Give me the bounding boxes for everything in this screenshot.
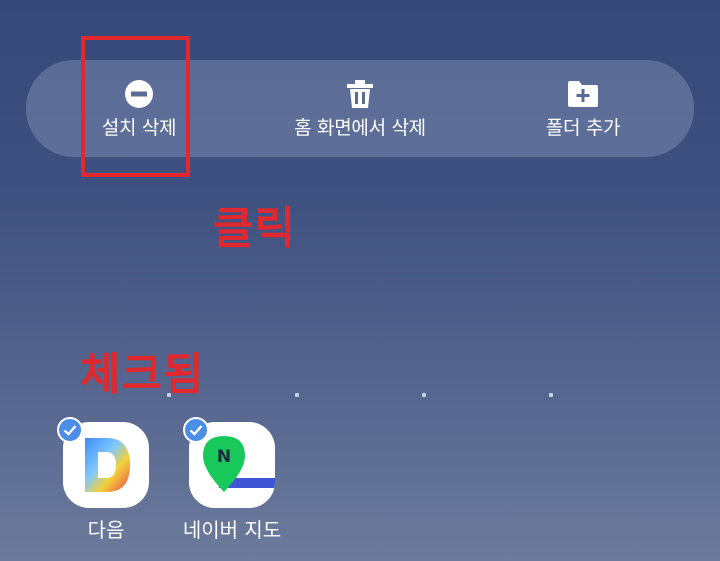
folder-add-icon — [567, 78, 599, 110]
app-name: 네이버 지도 — [182, 518, 282, 542]
grid-dot — [295, 393, 299, 397]
add-folder-label: 폴더 추가 — [545, 117, 621, 139]
trash-icon — [346, 78, 374, 110]
app-name: 다음 — [87, 518, 125, 542]
click-annotation: 클릭 — [213, 203, 296, 254]
grid-dot — [549, 393, 553, 397]
checked-annotation: 체크됨 — [80, 349, 205, 400]
checkmark-icon — [183, 417, 209, 443]
svg-text:N: N — [217, 447, 231, 467]
grid-dot — [167, 393, 171, 397]
add-folder-button[interactable]: 폴더 추가 — [523, 60, 643, 157]
grid-dot — [422, 393, 426, 397]
checkmark-icon — [57, 417, 83, 443]
remove-from-home-button[interactable]: 홈 화면에서 삭제 — [275, 60, 445, 157]
highlight-box — [81, 36, 190, 177]
remove-from-home-label: 홈 화면에서 삭제 — [294, 117, 426, 139]
